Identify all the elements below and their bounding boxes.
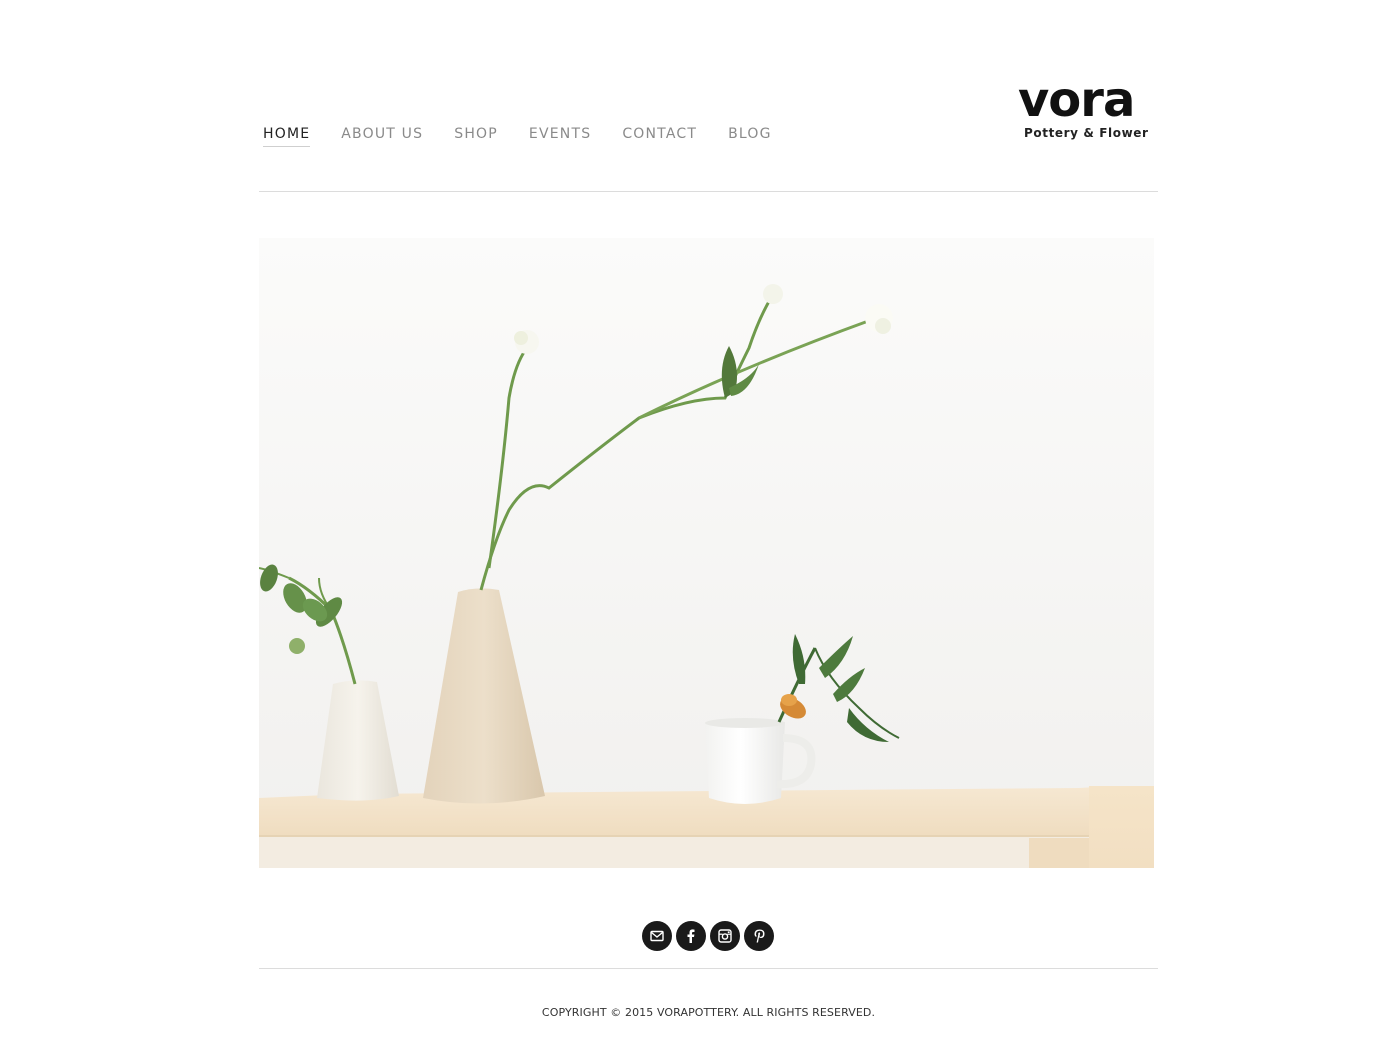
facebook-icon[interactable] [676, 921, 706, 951]
header-divider [259, 191, 1158, 192]
social-links [642, 921, 774, 951]
nav-home[interactable]: HOME [263, 126, 311, 147]
nav-blog[interactable]: BLOG [728, 126, 772, 147]
nav-events[interactable]: EVENTS [529, 126, 591, 147]
hero-image [259, 238, 1154, 868]
copyright-text: COPYRIGHT © 2015 VORAPOTTERY. ALL RIGHTS… [541, 1006, 876, 1019]
main-nav: HOME ABOUT US SHOP EVENTS CONTACT BLOG [263, 126, 803, 147]
page: HOME ABOUT US SHOP EVENTS CONTACT BLOG v… [0, 0, 1400, 1050]
pinterest-icon[interactable] [744, 921, 774, 951]
footer-divider [259, 968, 1158, 969]
site-logo[interactable]: vora Pottery & Flower [1018, 76, 1149, 144]
nav-shop[interactable]: SHOP [454, 126, 498, 147]
mail-icon[interactable] [642, 921, 672, 951]
nav-contact[interactable]: CONTACT [622, 126, 697, 147]
nav-about-us[interactable]: ABOUT US [341, 126, 423, 147]
logo-tagline: Pottery & Flower [1024, 126, 1149, 140]
logo-word: vora [1018, 72, 1135, 128]
instagram-icon[interactable] [710, 921, 740, 951]
